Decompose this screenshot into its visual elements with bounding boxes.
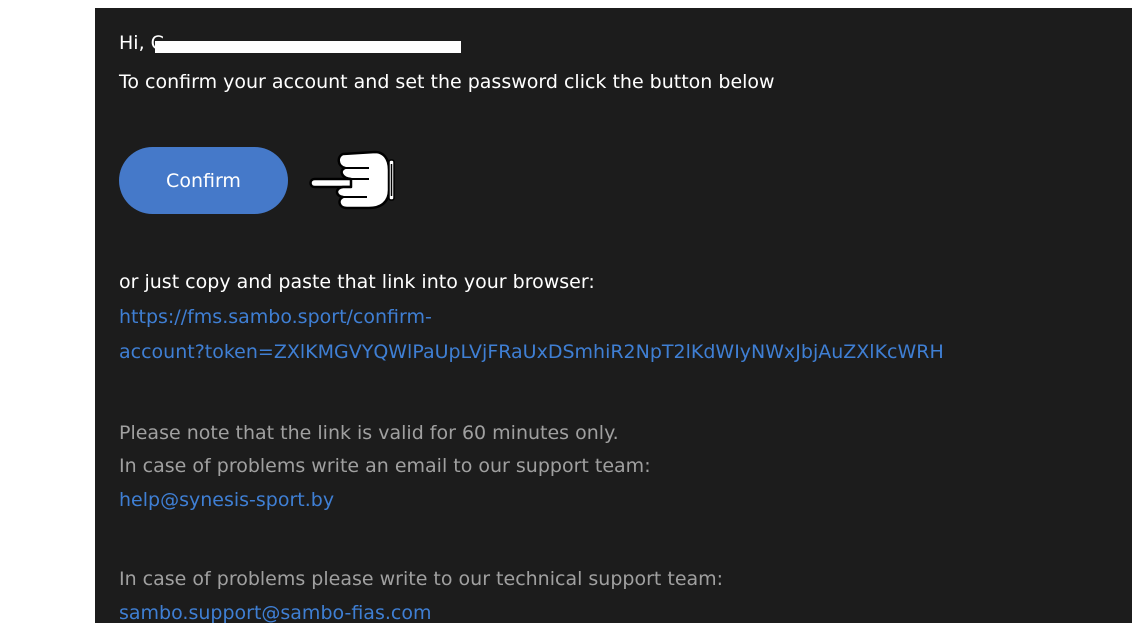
confirm-button[interactable]: Confirm <box>119 147 288 214</box>
confirm-link-line2[interactable]: account?token=ZXlKMGVYQWlPaUpLVjFRaUxDSm… <box>119 340 944 364</box>
copy-instructions: or just copy and paste that link into yo… <box>119 271 595 293</box>
support-email-link[interactable]: help@synesis-sport.by <box>119 488 334 512</box>
validity-note: Please note that the link is valid for 6… <box>119 422 619 444</box>
tech-support-note: In case of problems please write to our … <box>119 568 724 590</box>
redacted-name <box>155 41 461 53</box>
tech-support-email-link[interactable]: sambo.support@sambo-fias.com <box>119 601 431 623</box>
intro-text: To confirm your account and set the pass… <box>119 71 775 93</box>
pointing-hand-icon <box>309 150 395 210</box>
email-body: Hi, C To confirm your account and set th… <box>95 8 1132 623</box>
support-note: In case of problems write an email to ou… <box>119 455 651 477</box>
confirm-link-line1[interactable]: https://fms.sambo.sport/confirm- <box>119 305 432 329</box>
